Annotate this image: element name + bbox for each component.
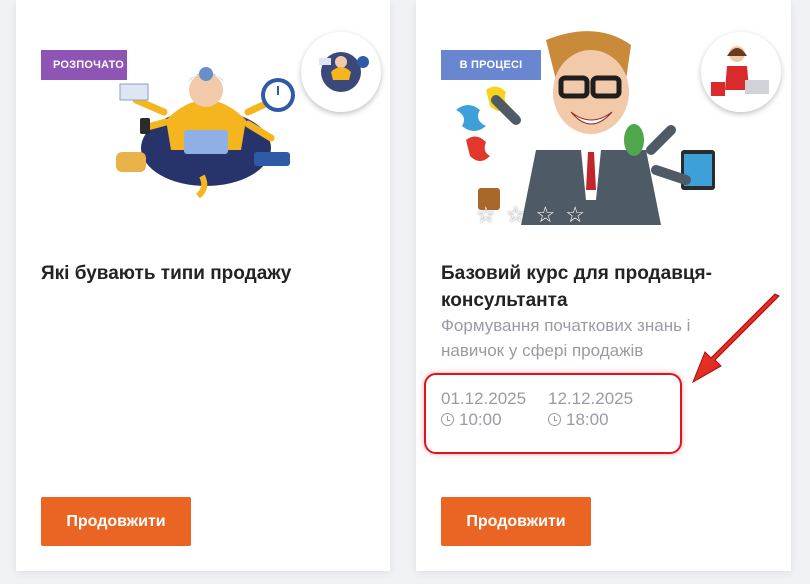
rating-stars: ☆ ☆ ☆ ☆ bbox=[476, 202, 585, 228]
red-arrow-icon bbox=[692, 293, 780, 384]
star-outline-icon[interactable]: ☆ bbox=[506, 202, 526, 228]
highlight-frame bbox=[424, 373, 682, 454]
course-title[interactable]: Які бувають типи продажу bbox=[41, 260, 371, 287]
course-card-sales-consultant[interactable]: В ПРОЦЕСІ ☆ ☆ ☆ ☆ Базовий курс для прода… bbox=[416, 0, 791, 571]
star-outline-icon[interactable]: ☆ bbox=[565, 202, 585, 228]
course-avatar-image bbox=[701, 32, 781, 112]
continue-button[interactable]: Продовжити bbox=[41, 497, 191, 546]
course-image: В ПРОЦЕСІ ☆ ☆ ☆ ☆ bbox=[416, 0, 791, 230]
course-card-sales-types[interactable]: РОЗПОЧАТО Які бувають типи продажу Продо… bbox=[16, 0, 390, 571]
status-badge: В ПРОЦЕСІ bbox=[441, 50, 541, 80]
star-outline-icon[interactable]: ☆ bbox=[476, 202, 496, 228]
course-avatar-image bbox=[301, 32, 381, 112]
star-outline-icon[interactable]: ☆ bbox=[535, 202, 555, 228]
status-badge: РОЗПОЧАТО bbox=[41, 50, 127, 80]
course-image: РОЗПОЧАТО bbox=[16, 0, 390, 230]
continue-button[interactable]: Продовжити bbox=[441, 497, 591, 546]
